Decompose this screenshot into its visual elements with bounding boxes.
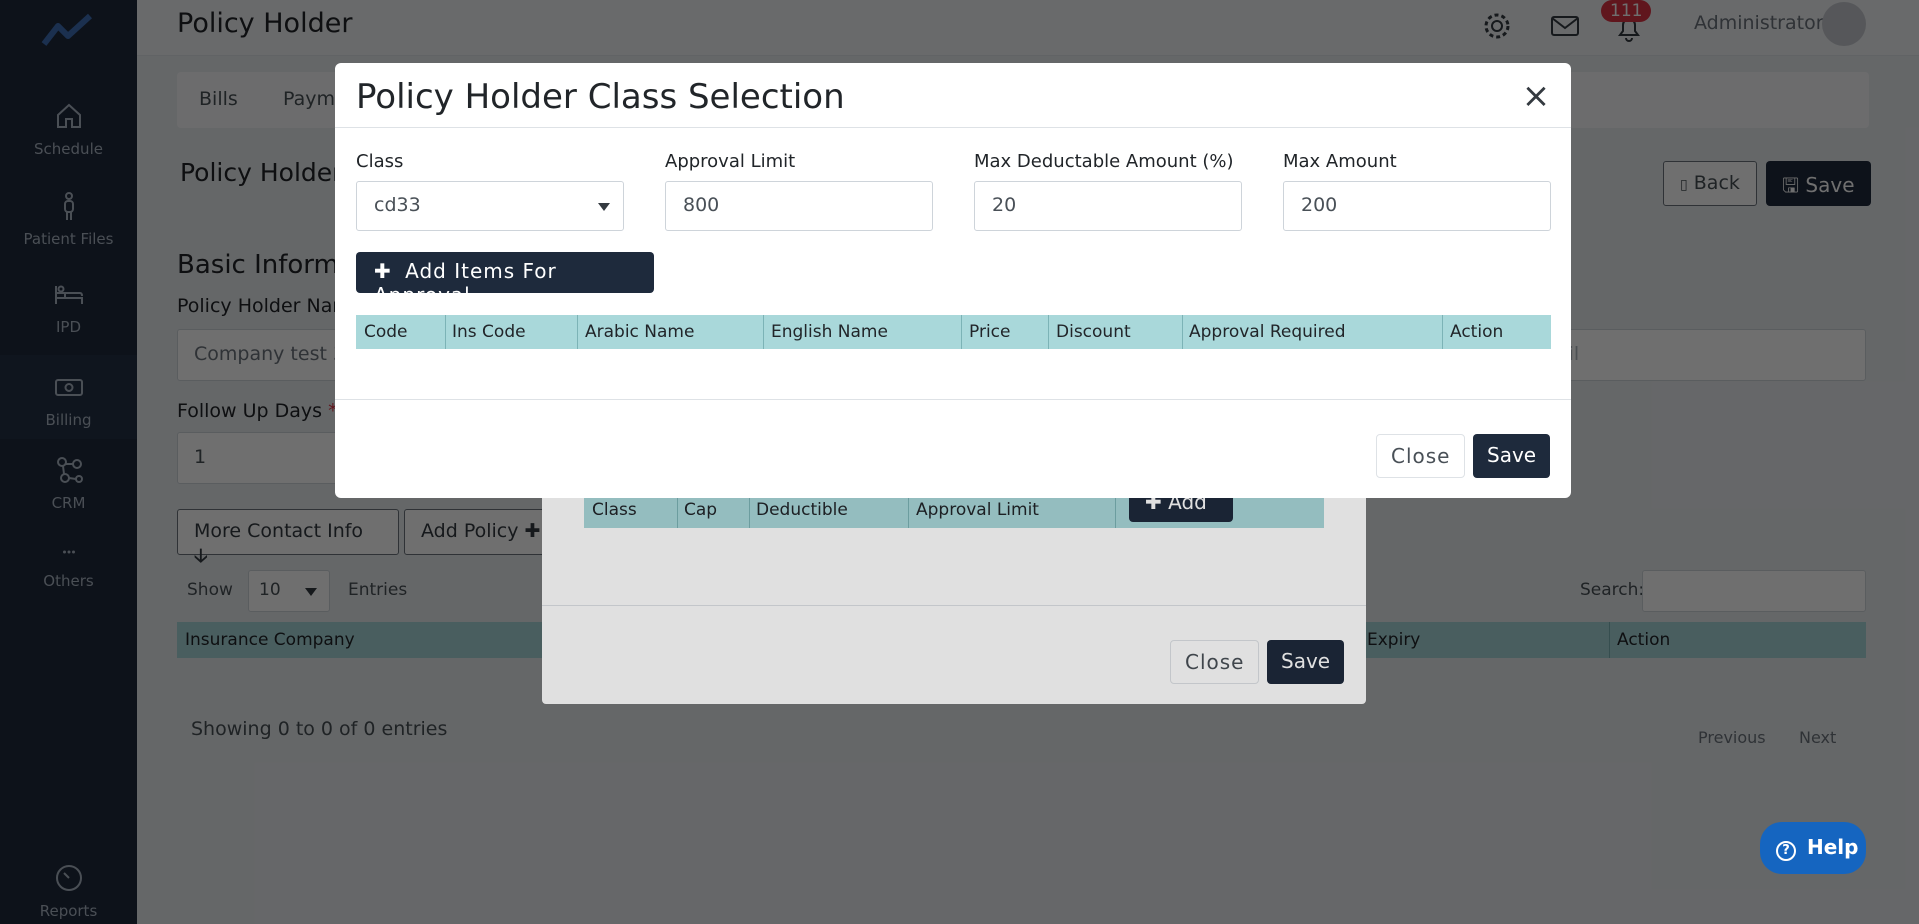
th-arabic-name: Arabic Name (585, 322, 695, 342)
column-divider (577, 315, 578, 349)
class-label: Class (356, 151, 404, 172)
modal-title: Policy Holder Class Selection (356, 77, 845, 117)
approval-limit-label: Approval Limit (665, 151, 796, 172)
th-approval-required: Approval Required (1189, 322, 1346, 342)
column-divider (961, 315, 962, 349)
max-amount-input[interactable]: 200 (1283, 181, 1551, 231)
max-amount-label: Max Amount (1283, 151, 1397, 172)
chevron-down-icon (598, 203, 610, 211)
column-divider (1182, 315, 1183, 349)
close-button[interactable]: Close (1376, 434, 1466, 478)
th-price: Price (969, 322, 1011, 342)
column-divider (445, 315, 446, 349)
th-discount: Discount (1056, 322, 1131, 342)
column-divider (763, 315, 764, 349)
help-button[interactable]: ? Help (1760, 822, 1866, 874)
help-label: Help (1806, 835, 1859, 859)
th-ins-code: Ins Code (452, 322, 526, 342)
column-divider (1442, 315, 1443, 349)
class-select[interactable]: cd33 (356, 181, 624, 231)
divider (335, 127, 1571, 128)
th-code: Code (364, 322, 408, 342)
max-deductable-label: Max Deductable Amount (%) (974, 151, 1234, 172)
max-deductable-input[interactable]: 20 (974, 181, 1242, 231)
th-action: Action (1450, 322, 1504, 342)
th-english-name: English Name (771, 322, 888, 342)
add-items-for-approval-button[interactable]: ✚ Add Items For Approval (356, 252, 654, 307)
save-button[interactable]: Save (1473, 434, 1551, 478)
approval-limit-input[interactable]: 800 (665, 181, 933, 231)
close-icon[interactable]: × (1521, 79, 1551, 113)
add-items-label: Add Items For Approval (374, 259, 557, 307)
policy-holder-class-selection-modal: Policy Holder Class Selection × Class cd… (335, 63, 1571, 498)
class-select-value: cd33 (374, 194, 421, 216)
approval-items-table-header: Code Ins Code Arabic Name English Name P… (356, 315, 1551, 349)
question-icon: ? (1776, 841, 1796, 861)
plus-icon: ✚ (374, 259, 392, 283)
divider (335, 399, 1571, 400)
column-divider (1048, 315, 1049, 349)
